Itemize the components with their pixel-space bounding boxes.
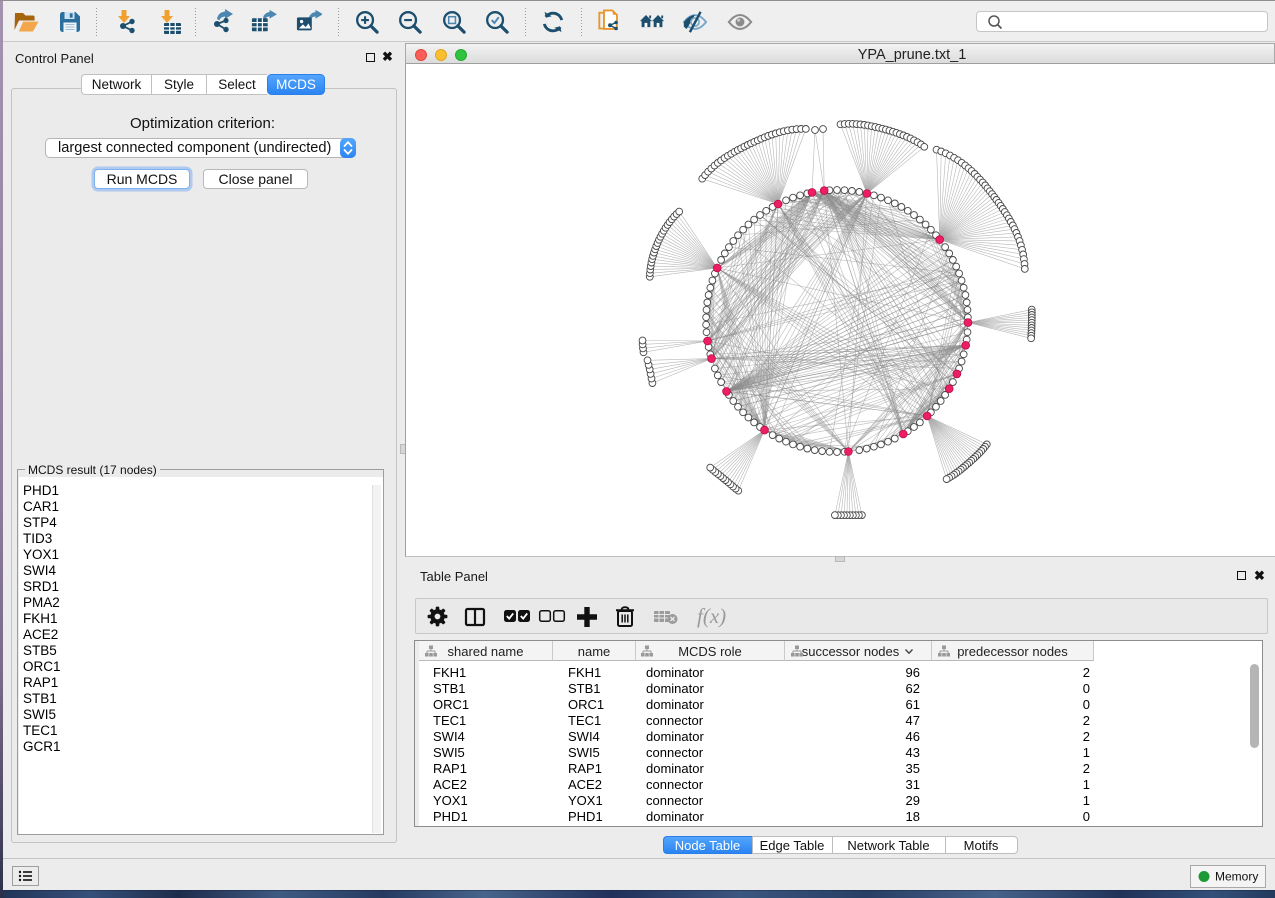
svg-text:Memory: Memory — [1215, 870, 1258, 884]
